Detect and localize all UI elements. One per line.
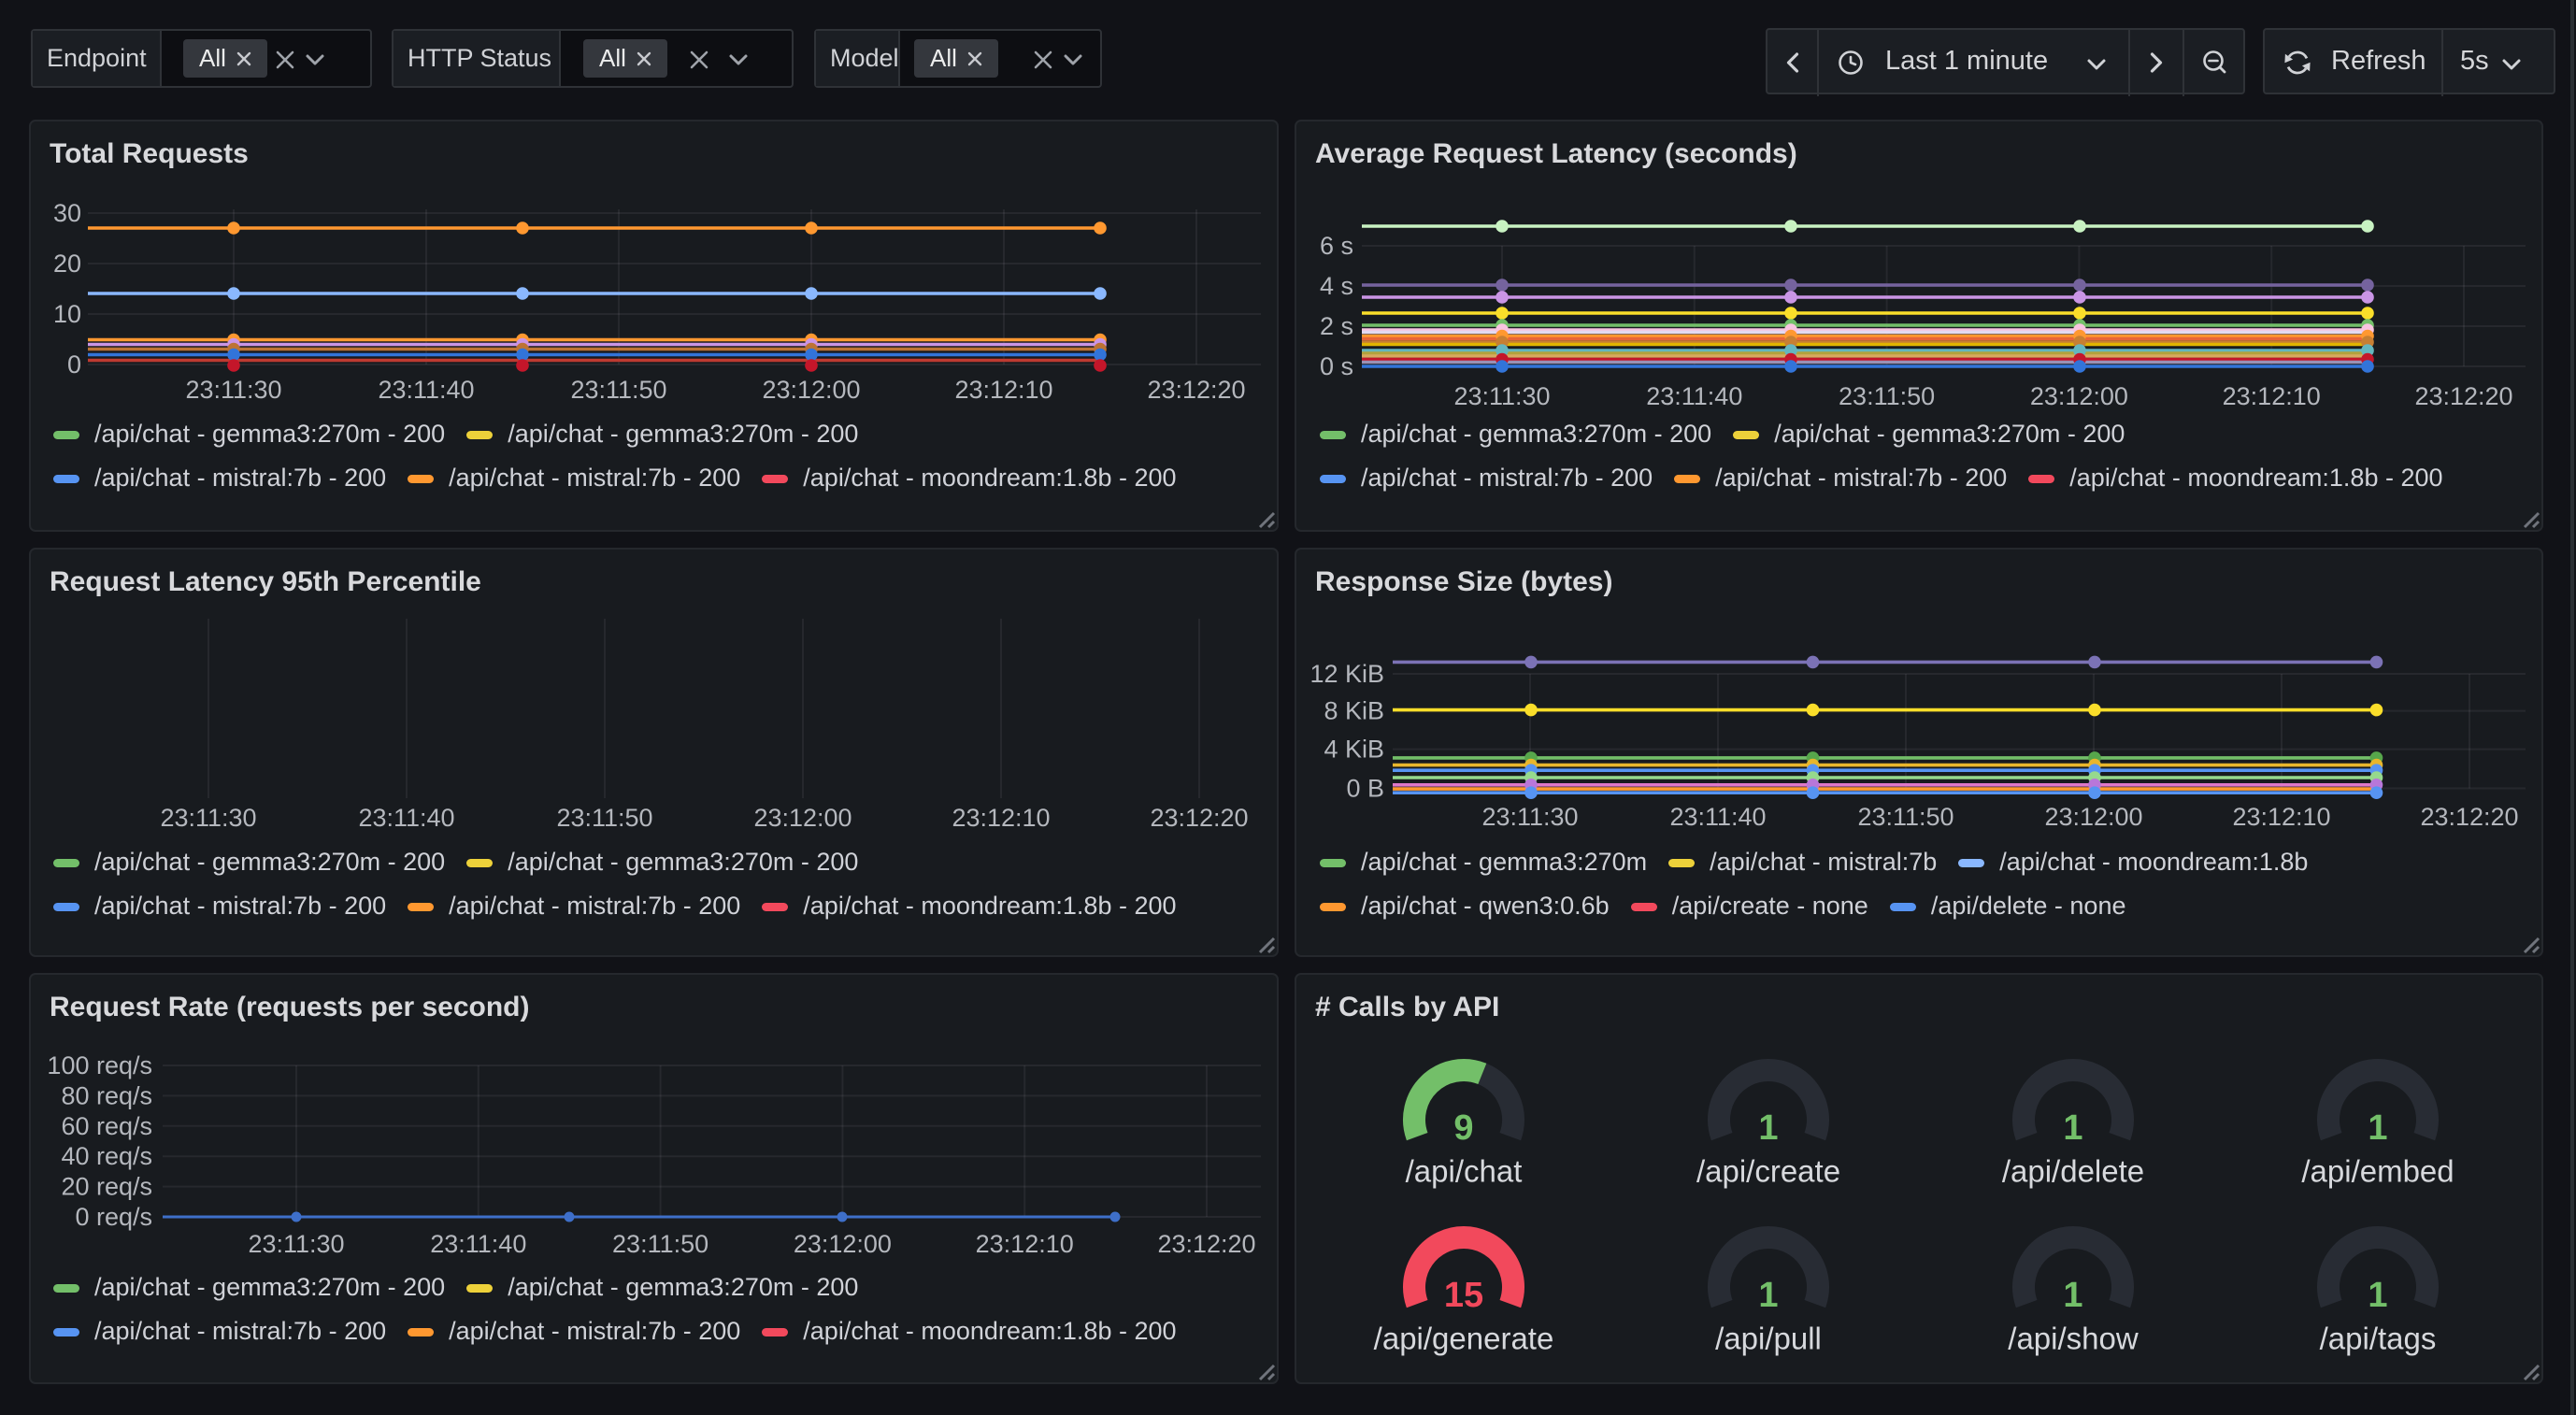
- svg-text:23:11:30: 23:11:30: [248, 1230, 344, 1258]
- svg-text:0 B: 0 B: [1346, 775, 1384, 803]
- svg-text:23:11:50: 23:11:50: [570, 376, 666, 404]
- svg-text:/api/show: /api/show: [2008, 1322, 2139, 1356]
- svg-text:23:12:00: 23:12:00: [794, 1230, 892, 1258]
- svg-text:23:12:20: 23:12:20: [1147, 376, 1245, 404]
- svg-text:23:11:40: 23:11:40: [358, 804, 454, 832]
- svg-text:15: 15: [1444, 1276, 1483, 1315]
- svg-text:20: 20: [53, 250, 81, 278]
- svg-text:23:11:30: 23:11:30: [1453, 382, 1550, 410]
- svg-text:0 s: 0 s: [1320, 352, 1353, 380]
- svg-text:1: 1: [1758, 1108, 1778, 1148]
- svg-text:/api/embed: /api/embed: [2301, 1154, 2454, 1189]
- svg-text:23:11:40: 23:11:40: [1646, 382, 1742, 410]
- svg-text:/api/pull: /api/pull: [1715, 1322, 1822, 1356]
- svg-text:23:12:10: 23:12:10: [954, 376, 1052, 404]
- svg-text:23:11:30: 23:11:30: [185, 376, 281, 404]
- svg-text:23:12:00: 23:12:00: [2030, 382, 2128, 410]
- svg-text:1: 1: [2063, 1276, 2082, 1315]
- svg-text:30: 30: [53, 199, 81, 227]
- svg-text:23:11:30: 23:11:30: [1481, 803, 1578, 831]
- svg-text:4 s: 4 s: [1320, 272, 1353, 300]
- svg-text:23:11:50: 23:11:50: [612, 1230, 708, 1258]
- svg-text:9: 9: [1453, 1108, 1473, 1148]
- svg-text:23:11:40: 23:11:40: [1669, 803, 1766, 831]
- svg-text:/api/delete: /api/delete: [2002, 1154, 2144, 1189]
- svg-text:23:12:00: 23:12:00: [2044, 803, 2142, 831]
- svg-text:/api/chat: /api/chat: [1406, 1154, 1523, 1189]
- svg-text:23:11:50: 23:11:50: [1839, 382, 1935, 410]
- svg-text:/api/generate: /api/generate: [1374, 1322, 1554, 1356]
- svg-text:23:11:40: 23:11:40: [378, 376, 474, 404]
- svg-text:23:11:40: 23:11:40: [430, 1230, 526, 1258]
- svg-text:1: 1: [1758, 1276, 1778, 1315]
- svg-text:23:12:00: 23:12:00: [753, 804, 852, 832]
- svg-text:23:12:20: 23:12:20: [2414, 382, 2512, 410]
- svg-text:/api/create: /api/create: [1696, 1154, 1840, 1189]
- svg-text:60 req/s: 60 req/s: [61, 1112, 152, 1140]
- svg-text:23:12:20: 23:12:20: [2420, 803, 2518, 831]
- svg-text:23:12:10: 23:12:10: [952, 804, 1050, 832]
- svg-text:23:12:10: 23:12:10: [976, 1230, 1074, 1258]
- svg-text:6 s: 6 s: [1320, 232, 1353, 260]
- svg-text:0: 0: [67, 350, 81, 379]
- svg-text:1: 1: [2368, 1108, 2387, 1148]
- svg-text:40 req/s: 40 req/s: [61, 1142, 152, 1170]
- svg-text:23:12:20: 23:12:20: [1150, 804, 1248, 832]
- svg-text:80 req/s: 80 req/s: [61, 1081, 152, 1109]
- svg-text:23:12:10: 23:12:10: [2223, 382, 2321, 410]
- svg-text:/api/tags: /api/tags: [2320, 1322, 2437, 1356]
- svg-text:23:11:50: 23:11:50: [556, 804, 652, 832]
- svg-text:20 req/s: 20 req/s: [61, 1173, 152, 1201]
- svg-text:1: 1: [2063, 1108, 2082, 1148]
- svg-text:23:12:10: 23:12:10: [2232, 803, 2330, 831]
- svg-text:23:12:20: 23:12:20: [1157, 1230, 1255, 1258]
- svg-text:23:12:00: 23:12:00: [762, 376, 860, 404]
- svg-text:100 req/s: 100 req/s: [47, 1051, 152, 1079]
- svg-text:0 req/s: 0 req/s: [75, 1203, 152, 1231]
- svg-text:2 s: 2 s: [1320, 312, 1353, 340]
- svg-text:12 KiB: 12 KiB: [1309, 660, 1384, 688]
- svg-text:8 KiB: 8 KiB: [1324, 697, 1384, 725]
- svg-text:10: 10: [53, 300, 81, 328]
- svg-text:23:11:50: 23:11:50: [1857, 803, 1953, 831]
- svg-text:1: 1: [2368, 1276, 2387, 1315]
- svg-text:4 KiB: 4 KiB: [1324, 736, 1384, 764]
- svg-text:23:11:30: 23:11:30: [160, 804, 256, 832]
